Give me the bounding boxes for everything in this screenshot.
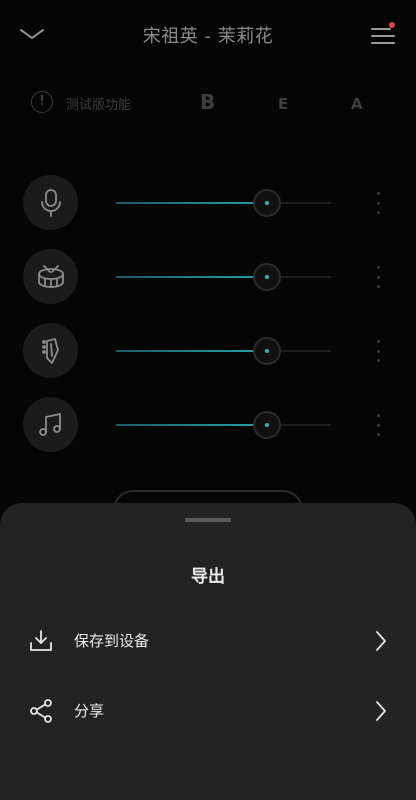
song-title: 宋祖英 - 茉莉花 (142, 26, 274, 47)
track-drums (0, 249, 416, 305)
download-icon (28, 628, 54, 654)
track-vocal (0, 175, 416, 231)
more-options-icon[interactable] (372, 340, 384, 362)
track-accompaniment (0, 397, 416, 453)
save-to-device-item[interactable]: 保存到设备 (0, 611, 416, 671)
mode-option-a[interactable]: A (351, 95, 363, 113)
slider-knob[interactable] (252, 337, 281, 365)
share-item[interactable]: 分享 (0, 681, 416, 741)
sheet-handle[interactable] (185, 518, 231, 522)
share-icon (28, 698, 54, 724)
beta-feature-label: 测试版功能 (66, 98, 132, 113)
chevron-right-icon (374, 700, 388, 722)
export-sheet: 导出 保存到设备 分享 (0, 503, 416, 800)
share-label: 分享 (74, 702, 105, 720)
microphone-icon[interactable] (23, 175, 78, 230)
more-options-icon[interactable] (372, 192, 384, 214)
mode-option-e[interactable]: E (278, 95, 288, 113)
slider-knob[interactable] (252, 263, 281, 291)
more-options-icon[interactable] (372, 414, 384, 436)
sheet-title: 导出 (191, 567, 225, 587)
guitar-icon[interactable] (23, 323, 78, 378)
slider-knob[interactable] (252, 411, 281, 439)
more-options-icon[interactable] (372, 266, 384, 288)
music-note-icon[interactable] (23, 397, 78, 452)
save-to-device-label: 保存到设备 (74, 632, 150, 650)
volume-slider[interactable] (116, 337, 331, 365)
slider-fill (116, 276, 267, 278)
slider-fill (116, 350, 267, 352)
chevron-down-icon[interactable] (18, 24, 46, 44)
slider-fill (116, 202, 267, 204)
notification-dot (389, 22, 395, 28)
drum-icon[interactable] (23, 249, 78, 304)
slider-fill (116, 424, 267, 426)
mode-option-b[interactable]: B (200, 90, 215, 114)
volume-slider[interactable] (116, 411, 331, 439)
app-screen: 宋祖英 - 茉莉花 ! 测试版功能 B E A 导出 保存到设备 分享 (0, 0, 416, 800)
track-guitar (0, 323, 416, 379)
volume-slider[interactable] (116, 263, 331, 291)
info-icon[interactable]: ! (31, 91, 53, 113)
volume-slider[interactable] (116, 189, 331, 217)
slider-knob[interactable] (252, 189, 281, 217)
chevron-right-icon (374, 630, 388, 652)
